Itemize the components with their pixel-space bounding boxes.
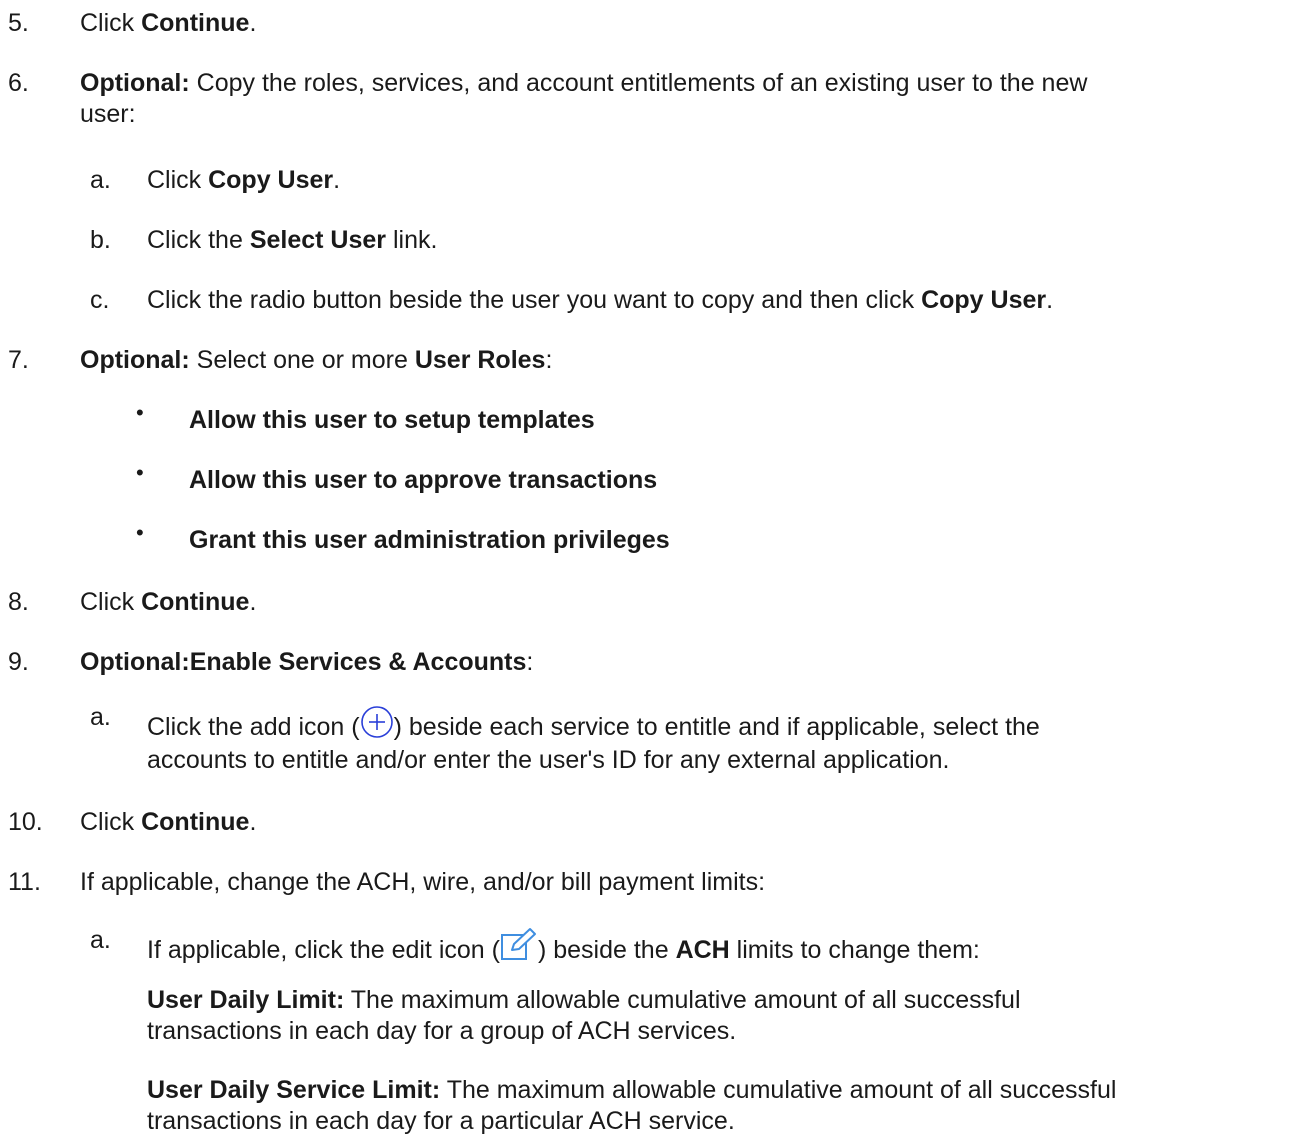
step-number: 5. <box>8 9 29 37</box>
step-text: Click the radio button beside the user y… <box>147 286 1054 314</box>
bullet-dot: • <box>136 460 144 485</box>
user-daily-limit-desc: User Daily Limit: The maximum allowable … <box>147 986 1021 1045</box>
step-text: Click Continue. <box>80 588 257 616</box>
step-letter: c. <box>90 286 110 314</box>
user-daily-service-limit-desc: User Daily Service Limit: The maximum al… <box>147 1076 1117 1135</box>
bullet-text: Allow this user to approve transactions <box>189 466 658 494</box>
step-number: 11. <box>8 868 41 896</box>
step-number: 8. <box>8 588 29 616</box>
step-letter: a. <box>90 926 111 954</box>
step-text: Click Copy User. <box>147 166 341 194</box>
step-text: Click Continue. <box>80 9 257 37</box>
step-text: Optional:Enable Services & Accounts: <box>80 648 534 676</box>
step-text: Click the add icon () beside each servic… <box>147 706 1267 776</box>
step-letter: a. <box>90 703 111 731</box>
step-number: 9. <box>8 648 29 676</box>
step-text: Optional: Copy the roles, services, and … <box>80 69 1088 128</box>
bullet-text: Grant this user administration privilege… <box>189 526 670 554</box>
step-number: 7. <box>8 346 29 374</box>
edit-pencil-icon <box>500 928 538 968</box>
term: User Daily Service Limit: <box>147 1076 441 1104</box>
bullet-text: Allow this user to setup templates <box>189 406 595 434</box>
add-circle-icon <box>360 706 394 745</box>
step-letter: b. <box>90 226 111 254</box>
step-text: Click the Select User link. <box>147 226 438 254</box>
step-text: If applicable, change the ACH, wire, and… <box>80 868 766 896</box>
step-number: 6. <box>8 69 29 97</box>
step-number: 10. <box>8 808 43 836</box>
step-letter: a. <box>90 166 111 194</box>
bullet-dot: • <box>136 400 144 425</box>
bullet-dot: • <box>136 520 144 545</box>
step-text: Optional: Select one or more User Roles: <box>80 346 553 374</box>
step-text: If applicable, click the edit icon () be… <box>147 928 1267 968</box>
step-text: Click Continue. <box>80 808 257 836</box>
term: User Daily Limit: <box>147 986 345 1014</box>
